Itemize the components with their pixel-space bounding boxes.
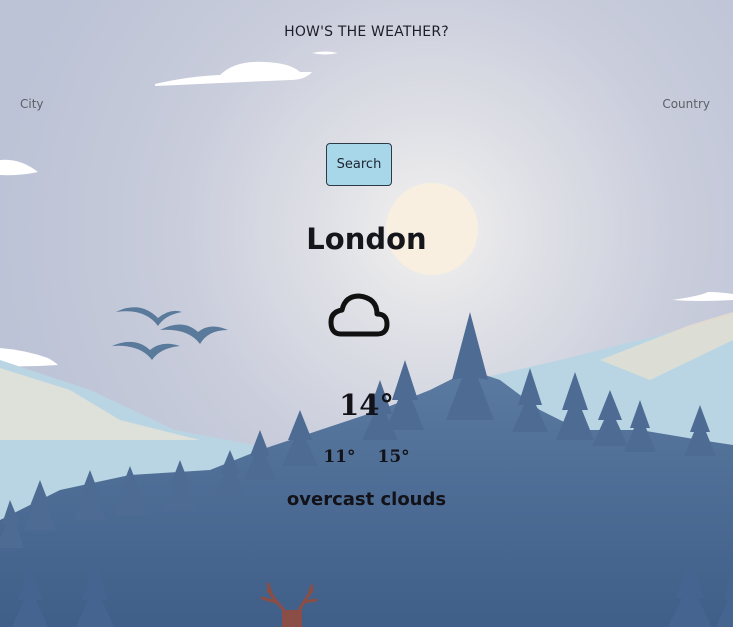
min-max-temperature: 11° 15° [0,447,733,467]
cloud-icon [328,293,390,337]
search-button[interactable]: Search [326,143,392,186]
city-name: London [306,222,427,256]
current-temperature: 14° [339,388,394,422]
max-temperature: 15° [377,447,410,467]
app-title: HOW'S THE WEATHER? [284,24,449,40]
min-temperature: 11° [323,447,356,467]
city-input[interactable] [20,94,150,114]
weather-description: overcast clouds [286,489,447,510]
country-input[interactable] [580,94,710,114]
